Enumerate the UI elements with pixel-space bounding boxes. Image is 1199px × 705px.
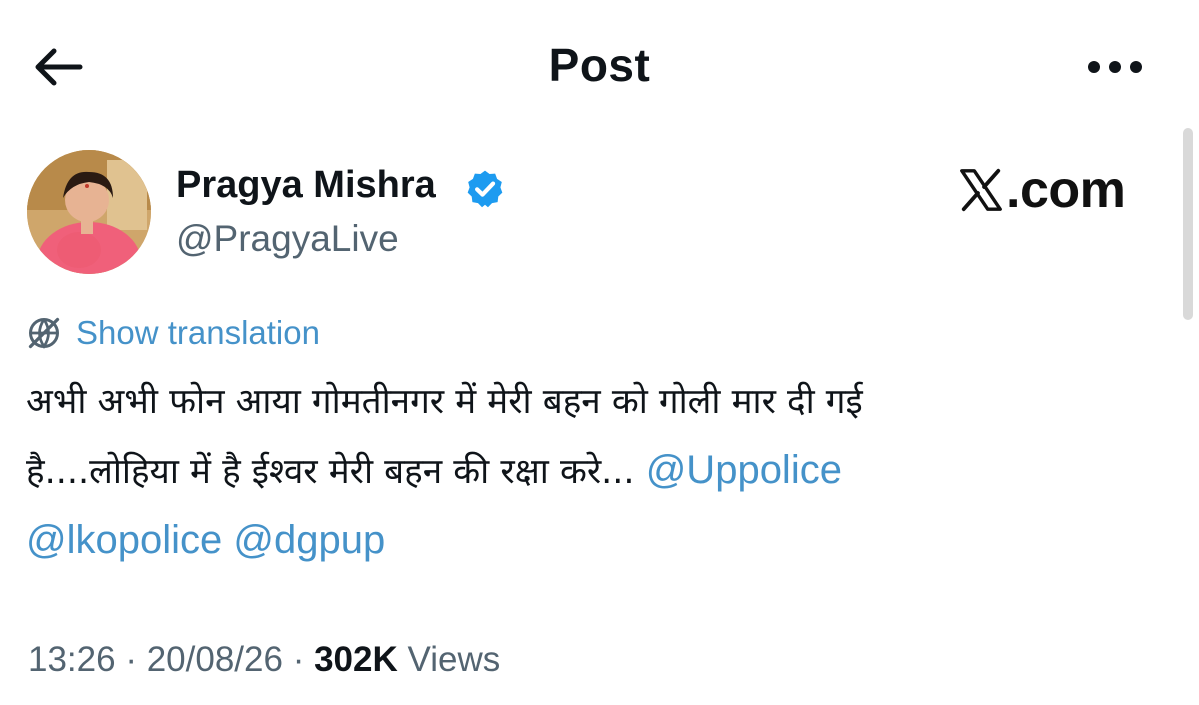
globe-icon [28,317,60,349]
more-options-button[interactable] [1080,44,1150,90]
post-text-line-2: है....लोहिया में है ईश्वर मेरी बहन की रक… [26,452,635,492]
post-date[interactable]: 20/08/26 [147,640,283,679]
x-logo-icon [960,168,1002,212]
scrollbar[interactable] [1183,128,1193,320]
page-title: Post [548,39,651,91]
post-metadata: 13:26 · 20/08/26 · 302K Views [28,640,500,680]
views-label: Views [407,640,501,679]
more-horizontal-icon [1088,61,1142,73]
show-translation-button[interactable]: Show translation [26,314,320,352]
back-button[interactable] [28,40,88,94]
verified-badge-icon [467,170,503,208]
show-translation-label[interactable]: Show translation [76,314,320,352]
profile-photo [27,150,151,274]
post-time[interactable]: 13:26 [28,640,116,679]
mention-lkopolice[interactable]: @lkopolice [26,518,222,562]
mention-uppolice[interactable]: @Uppolice [646,448,842,492]
avatar[interactable] [27,150,151,274]
post-text: अभी अभी फोन आया गोमतीनगर में मेरी बहन को… [26,368,1156,576]
author-name[interactable]: Pragya Mishra [176,164,436,207]
views-count: 302K [314,640,398,679]
mention-dgpup[interactable]: @dgpup [233,518,385,562]
meta-separator: · [125,640,137,679]
top-bar: Post [0,0,1199,130]
arrow-left-icon [35,48,83,86]
meta-separator: · [292,640,305,679]
author-handle[interactable]: @PragyaLive [176,218,399,260]
post-text-line-1: अभी अभी फोन आया गोमतीनगर में मेरी बहन को… [26,382,863,422]
x-com-watermark: .com [958,160,1126,220]
watermark-text: .com [1006,161,1126,219]
